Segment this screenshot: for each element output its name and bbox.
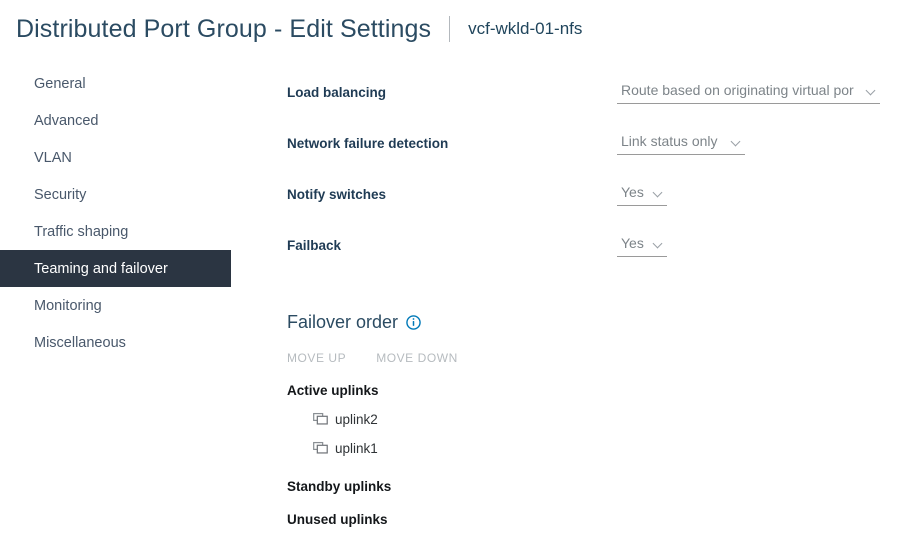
chevron-down-icon [732, 137, 741, 146]
failback-value: Yes [621, 235, 644, 251]
sidebar-item-label: Traffic shaping [34, 224, 128, 240]
failover-order-title: Failover order [287, 312, 398, 333]
unused-uplinks-group-title: Unused uplinks [287, 510, 847, 528]
info-icon[interactable] [406, 315, 421, 330]
sidebar-item-teaming-and-failover[interactable]: Teaming and failover [0, 250, 231, 287]
list-item[interactable]: uplink1 [313, 439, 847, 457]
sidebar-item-security[interactable]: Security [0, 176, 231, 213]
failover-order-toolbar: Move up Move down [287, 350, 847, 366]
sidebar-item-label: Miscellaneous [34, 335, 126, 351]
form-row-notify-switches: Notify switches Yes [287, 182, 887, 233]
page-title: Distributed Port Group - Edit Settings [16, 15, 431, 44]
load-balancing-select[interactable]: Route based on originating virtual por [617, 80, 880, 104]
uplink-name: uplink1 [335, 441, 378, 456]
network-adapter-icon [313, 441, 328, 455]
sidebar-item-label: Monitoring [34, 298, 102, 314]
sidebar-item-label: General [34, 76, 86, 92]
sidebar-item-general[interactable]: General [0, 65, 231, 102]
dialog-header: Distributed Port Group - Edit Settings v… [0, 0, 906, 58]
chevron-down-icon [867, 86, 876, 95]
standby-uplinks-group-title: Standby uplinks [287, 477, 847, 495]
failover-order-header: Failover order [287, 310, 847, 334]
form-row-failback: Failback Yes [287, 233, 887, 284]
sidebar-item-monitoring[interactable]: Monitoring [0, 287, 231, 324]
notify-switches-select[interactable]: Yes [617, 182, 667, 206]
chevron-down-icon [654, 188, 663, 197]
sidebar-item-label: Teaming and failover [34, 261, 168, 277]
failover-order-section: Failover order Move up Move down Active … [287, 310, 847, 528]
load-balancing-label: Load balancing [287, 85, 386, 100]
uplink-name: uplink2 [335, 412, 378, 427]
load-balancing-value: Route based on originating virtual por [621, 82, 854, 98]
sidebar-item-label: VLAN [34, 150, 72, 166]
failback-label: Failback [287, 238, 341, 253]
chevron-down-icon [654, 239, 663, 248]
active-uplinks-group-title: Active uplinks [287, 381, 847, 399]
settings-sidebar: General Advanced VLAN Security Traffic s… [0, 65, 231, 361]
sidebar-item-traffic-shaping[interactable]: Traffic shaping [0, 213, 231, 250]
notify-switches-label: Notify switches [287, 187, 386, 202]
list-item[interactable]: uplink2 [313, 410, 847, 428]
teaming-failover-form: Load balancing Route based on originatin… [287, 80, 887, 284]
sidebar-item-vlan[interactable]: VLAN [0, 139, 231, 176]
sidebar-item-label: Security [34, 187, 86, 203]
sidebar-item-advanced[interactable]: Advanced [0, 102, 231, 139]
network-adapter-icon [313, 412, 328, 426]
sidebar-item-label: Advanced [34, 113, 99, 129]
network-failure-detection-label: Network failure detection [287, 136, 448, 151]
sidebar-item-miscellaneous[interactable]: Miscellaneous [0, 324, 231, 361]
title-divider [449, 16, 450, 42]
move-down-button[interactable]: Move down [376, 351, 458, 365]
form-row-load-balancing: Load balancing Route based on originatin… [287, 80, 887, 131]
network-failure-detection-value: Link status only [621, 133, 718, 149]
failback-select[interactable]: Yes [617, 233, 667, 257]
network-failure-detection-select[interactable]: Link status only [617, 131, 745, 155]
page-subtitle: vcf-wkld-01-nfs [468, 19, 582, 39]
form-row-network-failure-detection: Network failure detection Link status on… [287, 131, 887, 182]
move-up-button[interactable]: Move up [287, 351, 346, 365]
notify-switches-value: Yes [621, 184, 644, 200]
